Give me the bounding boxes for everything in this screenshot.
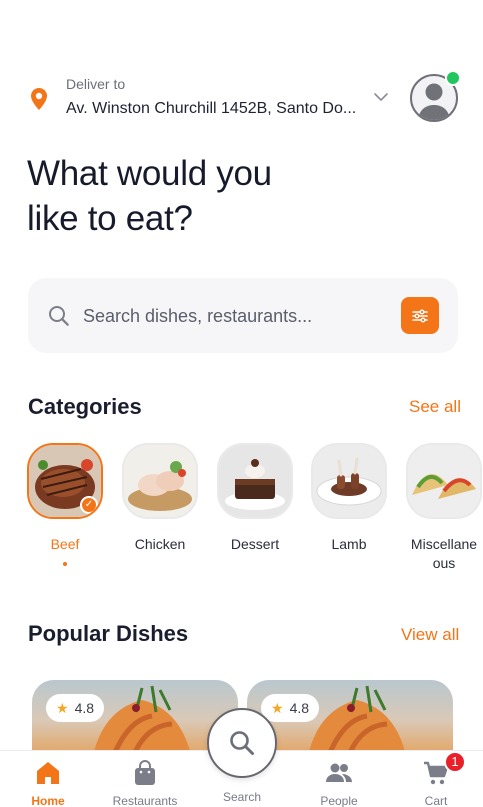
nav-people[interactable]: People	[291, 759, 387, 807]
nav-label: Cart	[424, 794, 448, 807]
shopping-bag-icon	[135, 760, 155, 785]
cart-count-badge: 1	[444, 751, 466, 773]
category-image: ✓	[27, 443, 103, 519]
category-label: Lamb	[331, 536, 367, 552]
nav-label: Restaurants	[112, 794, 178, 807]
nav-label: Home	[31, 794, 65, 807]
rating-badge: ★ 4.8	[46, 694, 105, 722]
location-pin-icon	[31, 88, 47, 110]
category-lamb[interactable]: Lamb	[309, 443, 389, 554]
category-image	[406, 443, 482, 519]
rating-badge: ★ 4.8	[261, 694, 320, 722]
category-chicken[interactable]: Chicken	[120, 443, 200, 554]
lamb-image	[313, 445, 385, 517]
chevron-down-icon[interactable]	[372, 88, 390, 106]
search-bar	[28, 278, 458, 353]
page-title: What would you like to eat?	[27, 154, 272, 238]
category-beef[interactable]: ✓ Beef	[25, 443, 105, 566]
rating-value: 4.8	[289, 700, 310, 716]
dessert-image	[219, 445, 291, 517]
nav-search-button[interactable]	[207, 708, 277, 778]
category-label: Miscellane ous	[410, 536, 478, 571]
popular-dishes-title: Popular Dishes	[28, 621, 189, 646]
taco-image	[408, 445, 480, 517]
delivery-location[interactable]: Deliver to Av. Winston Churchill 1452B, …	[0, 70, 483, 130]
active-indicator-dot	[63, 562, 67, 566]
nav-restaurants[interactable]: Restaurants	[97, 759, 193, 807]
deliver-to-label: Deliver to	[66, 76, 126, 92]
nav-home[interactable]: Home	[0, 759, 96, 807]
category-image	[311, 443, 387, 519]
filter-sliders-icon	[412, 309, 428, 322]
view-all-dishes-link[interactable]: View all	[401, 625, 459, 645]
categories-title: Categories	[28, 394, 142, 419]
category-dessert[interactable]: Dessert	[215, 443, 295, 554]
chicken-image	[124, 445, 196, 517]
star-icon: ★	[271, 699, 284, 716]
category-label: Dessert	[230, 536, 280, 552]
category-image	[122, 443, 198, 519]
star-icon: ★	[56, 699, 69, 716]
category-image	[217, 443, 293, 519]
selected-check-icon: ✓	[80, 496, 98, 514]
nav-cart[interactable]: Cart	[388, 759, 483, 807]
nav-label: People	[320, 794, 358, 807]
category-label: Beef	[50, 536, 80, 552]
filter-button[interactable]	[401, 297, 439, 334]
search-icon	[49, 306, 69, 326]
search-input[interactable]	[83, 298, 393, 334]
category-label: Chicken	[134, 536, 186, 552]
category-miscellaneous[interactable]: Miscellane ous	[404, 443, 483, 573]
online-status-dot	[445, 70, 461, 86]
dish-card[interactable]: ★ 4.8	[247, 680, 453, 760]
delivery-address[interactable]: Av. Winston Churchill 1452B, Santo Do...	[66, 100, 366, 118]
rating-value: 4.8	[74, 700, 95, 716]
home-icon	[37, 762, 59, 784]
nav-search-label: Search	[222, 790, 262, 804]
people-icon	[326, 763, 352, 782]
search-icon	[230, 731, 254, 755]
see-all-categories-link[interactable]: See all	[409, 397, 461, 417]
